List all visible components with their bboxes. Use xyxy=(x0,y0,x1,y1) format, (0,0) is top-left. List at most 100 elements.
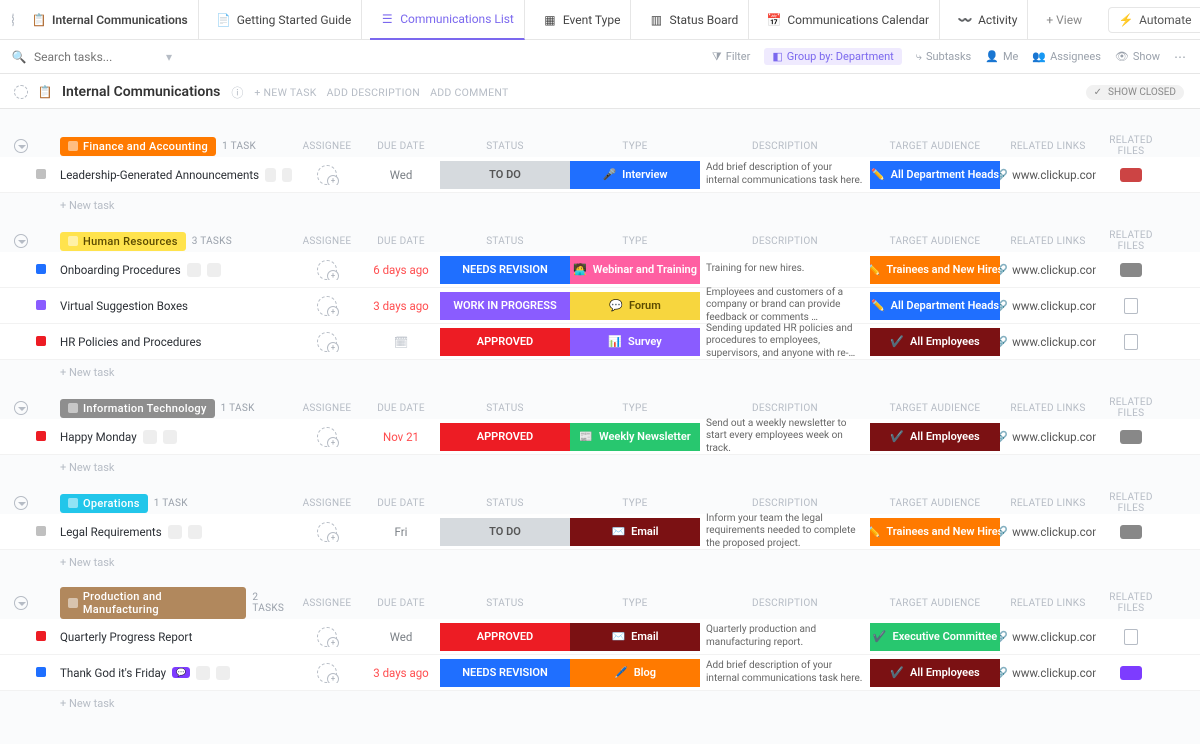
related-file-cell[interactable] xyxy=(1096,263,1166,277)
status-dot[interactable] xyxy=(36,264,46,274)
related-file-cell[interactable] xyxy=(1096,334,1166,350)
task-name-cell[interactable]: HR Policies and Procedures xyxy=(60,335,292,349)
column-header[interactable]: DUE DATE xyxy=(362,598,440,609)
due-date[interactable]: 3 days ago xyxy=(362,666,440,680)
task-row[interactable]: Virtual Suggestion Boxes 3 days ago WORK… xyxy=(0,288,1200,324)
column-header[interactable]: TARGET AUDIENCE xyxy=(870,141,1000,152)
due-date[interactable]: Fri xyxy=(362,525,440,539)
show-button[interactable]: 👁Show xyxy=(1115,50,1160,63)
type-pill[interactable]: ✉️Email xyxy=(570,518,700,546)
new-task-button[interactable]: + New task xyxy=(0,691,1200,710)
type-pill[interactable]: 🖊️Blog xyxy=(570,659,700,687)
status-dot[interactable] xyxy=(36,336,46,346)
due-date[interactable]: 3 days ago xyxy=(362,299,440,313)
description-cell[interactable]: Employees and customers of a company or … xyxy=(700,287,870,325)
column-header[interactable]: DESCRIPTION xyxy=(700,236,870,247)
status-pill[interactable]: APPROVED xyxy=(440,328,570,356)
info-icon[interactable]: ⓘ xyxy=(230,85,244,99)
show-closed-button[interactable]: ✓ SHOW CLOSED xyxy=(1086,85,1184,100)
task-name-cell[interactable]: Legal Requirements xyxy=(60,525,292,539)
related-file-cell[interactable] xyxy=(1096,525,1166,539)
related-file-cell[interactable] xyxy=(1096,629,1166,645)
group-tag[interactable]: Finance and Accounting xyxy=(60,137,216,156)
task-attachment-icon[interactable] xyxy=(216,666,230,680)
audience-pill[interactable]: ✔️Executive Committee xyxy=(870,623,1000,651)
related-link-cell[interactable]: 🔗www.clickup.com xyxy=(1000,168,1096,182)
audience-pill[interactable]: ✏️All Department Heads xyxy=(870,292,1000,320)
task-attachment-icon[interactable] xyxy=(196,666,210,680)
audience-pill[interactable]: ✏️Trainees and New Hires xyxy=(870,518,1000,546)
task-row[interactable]: HR Policies and Procedures 🗓 APPROVED 📊S… xyxy=(0,324,1200,360)
task-name-cell[interactable]: Virtual Suggestion Boxes xyxy=(60,299,292,313)
column-header[interactable]: RELATED FILES xyxy=(1096,230,1166,252)
task-row[interactable]: Happy Monday Nov 21 APPROVED 📰Weekly New… xyxy=(0,419,1200,455)
add-view-button[interactable]: + View xyxy=(1036,0,1092,40)
type-pill[interactable]: 🎤Interview xyxy=(570,161,700,189)
column-header[interactable]: TARGET AUDIENCE xyxy=(870,598,1000,609)
column-header[interactable]: TYPE xyxy=(570,141,700,152)
related-link-cell[interactable]: 🔗www.clickup.com xyxy=(1000,666,1096,680)
tab-communications-list[interactable]: ☰ Communications List xyxy=(370,0,525,40)
audience-pill[interactable]: ✏️All Department Heads xyxy=(870,161,1000,189)
task-name-cell[interactable]: Happy Monday xyxy=(60,430,292,444)
description-cell[interactable]: Training for new hires. xyxy=(700,263,870,276)
column-header[interactable]: STATUS xyxy=(440,236,570,247)
group-by-button[interactable]: ◧Group by: Department xyxy=(764,48,901,65)
add-description-button[interactable]: ADD DESCRIPTION xyxy=(327,86,420,99)
status-pill[interactable]: APPROVED xyxy=(440,623,570,651)
tab-event-type[interactable]: ▦ Event Type xyxy=(533,0,632,40)
column-header[interactable]: STATUS xyxy=(440,141,570,152)
task-row[interactable]: Quarterly Progress Report Wed APPROVED ✉… xyxy=(0,619,1200,655)
status-pill[interactable]: TO DO xyxy=(440,161,570,189)
description-cell[interactable]: Add brief description of your internal c… xyxy=(700,660,870,685)
assignee-placeholder[interactable] xyxy=(317,522,337,542)
due-date[interactable]: 🗓 xyxy=(362,335,440,349)
column-header[interactable]: DUE DATE xyxy=(362,403,440,414)
search-input[interactable] xyxy=(32,49,132,65)
task-attachment-icon[interactable] xyxy=(207,263,221,277)
status-pill[interactable]: WORK IN PROGRESS xyxy=(440,292,570,320)
task-name-cell[interactable]: Leadership-Generated Announcements xyxy=(60,168,292,182)
column-header[interactable]: STATUS xyxy=(440,598,570,609)
audience-pill[interactable]: ✔️All Employees xyxy=(870,328,1000,356)
description-cell[interactable]: Quarterly production and manufacturing r… xyxy=(700,624,870,649)
file-badge[interactable] xyxy=(1120,525,1142,539)
assignee-placeholder[interactable] xyxy=(317,663,337,683)
tab-getting-started[interactable]: 📄 Getting Started Guide xyxy=(207,0,362,40)
task-row[interactable]: Onboarding Procedures 6 days ago NEEDS R… xyxy=(0,252,1200,288)
file-doc-icon[interactable] xyxy=(1124,298,1138,314)
task-attachment-icon[interactable] xyxy=(143,430,157,444)
search-box[interactable]: 🔍 xyxy=(12,49,152,65)
task-attachment-icon[interactable] xyxy=(188,525,202,539)
type-pill[interactable]: 📊Survey xyxy=(570,328,700,356)
tab-calendar[interactable]: 📅 Communications Calendar xyxy=(757,0,940,40)
task-row[interactable]: Legal Requirements Fri TO DO ✉️Email Inf… xyxy=(0,514,1200,550)
task-name-cell[interactable]: Thank God it's Friday💬 xyxy=(60,666,292,680)
task-name-cell[interactable]: Onboarding Procedures xyxy=(60,263,292,277)
assignees-button[interactable]: 👥Assignees xyxy=(1032,50,1101,63)
collapse-icon[interactable] xyxy=(14,139,28,153)
type-pill[interactable]: ✉️Email xyxy=(570,623,700,651)
column-header[interactable]: ASSIGNEE xyxy=(292,403,362,414)
collapse-icon[interactable] xyxy=(14,596,28,610)
column-header[interactable]: RELATED LINKS xyxy=(1000,141,1096,152)
column-header[interactable]: TYPE xyxy=(570,236,700,247)
column-header[interactable]: RELATED LINKS xyxy=(1000,236,1096,247)
task-row[interactable]: Thank God it's Friday💬 3 days ago NEEDS … xyxy=(0,655,1200,691)
task-attachment-icon[interactable] xyxy=(265,168,275,182)
group-tag[interactable]: Information Technology xyxy=(60,399,215,418)
new-task-button[interactable]: + New task xyxy=(0,360,1200,379)
status-pill[interactable]: TO DO xyxy=(440,518,570,546)
column-header[interactable]: RELATED FILES xyxy=(1096,135,1166,157)
tab-status-board[interactable]: ▥ Status Board xyxy=(639,0,749,40)
column-header[interactable]: STATUS xyxy=(440,498,570,509)
related-file-cell[interactable] xyxy=(1096,168,1166,182)
status-pill[interactable]: NEEDS REVISION xyxy=(440,659,570,687)
description-cell[interactable]: Send out a weekly newsletter to start ev… xyxy=(700,418,870,456)
column-header[interactable]: RELATED LINKS xyxy=(1000,598,1096,609)
task-attachment-icon[interactable] xyxy=(168,525,182,539)
status-dot[interactable] xyxy=(36,631,46,641)
new-task-button[interactable]: + NEW TASK xyxy=(254,86,316,99)
type-pill[interactable]: 🧑‍💻Webinar and Training xyxy=(570,256,700,284)
automate-button[interactable]: ⚡ Automate ▾ xyxy=(1108,7,1200,33)
